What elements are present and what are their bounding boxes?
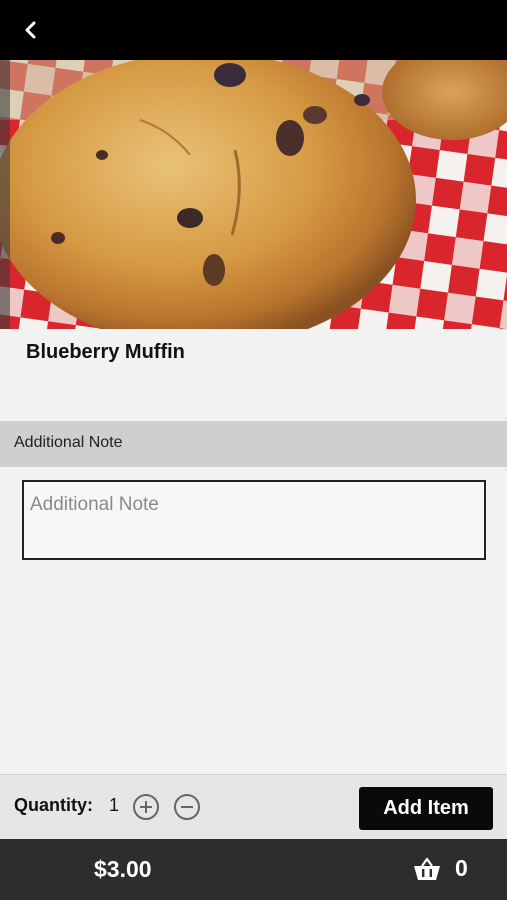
chevron-left-icon[interactable] xyxy=(18,16,44,44)
footer-bar: $3.00 0 xyxy=(0,839,507,900)
minus-circle-icon[interactable] xyxy=(174,794,200,820)
quantity-bar: Quantity: 1 Add Item xyxy=(0,774,507,839)
plus-circle-icon[interactable] xyxy=(133,794,159,820)
product-title: Blueberry Muffin xyxy=(26,341,185,363)
additional-note-label: Additional Note xyxy=(14,434,123,451)
additional-note-header: Additional Note xyxy=(0,421,507,467)
add-item-button[interactable]: Add Item xyxy=(359,787,493,830)
top-bar xyxy=(0,0,507,60)
quantity-label: Quantity: xyxy=(14,795,93,815)
product-image xyxy=(0,60,507,329)
quantity-value: 1 xyxy=(109,795,120,815)
cart-count: 0 xyxy=(455,855,468,881)
additional-note-input[interactable] xyxy=(22,480,486,560)
total-price: $3.00 xyxy=(94,856,152,882)
basket-icon[interactable] xyxy=(413,856,441,882)
